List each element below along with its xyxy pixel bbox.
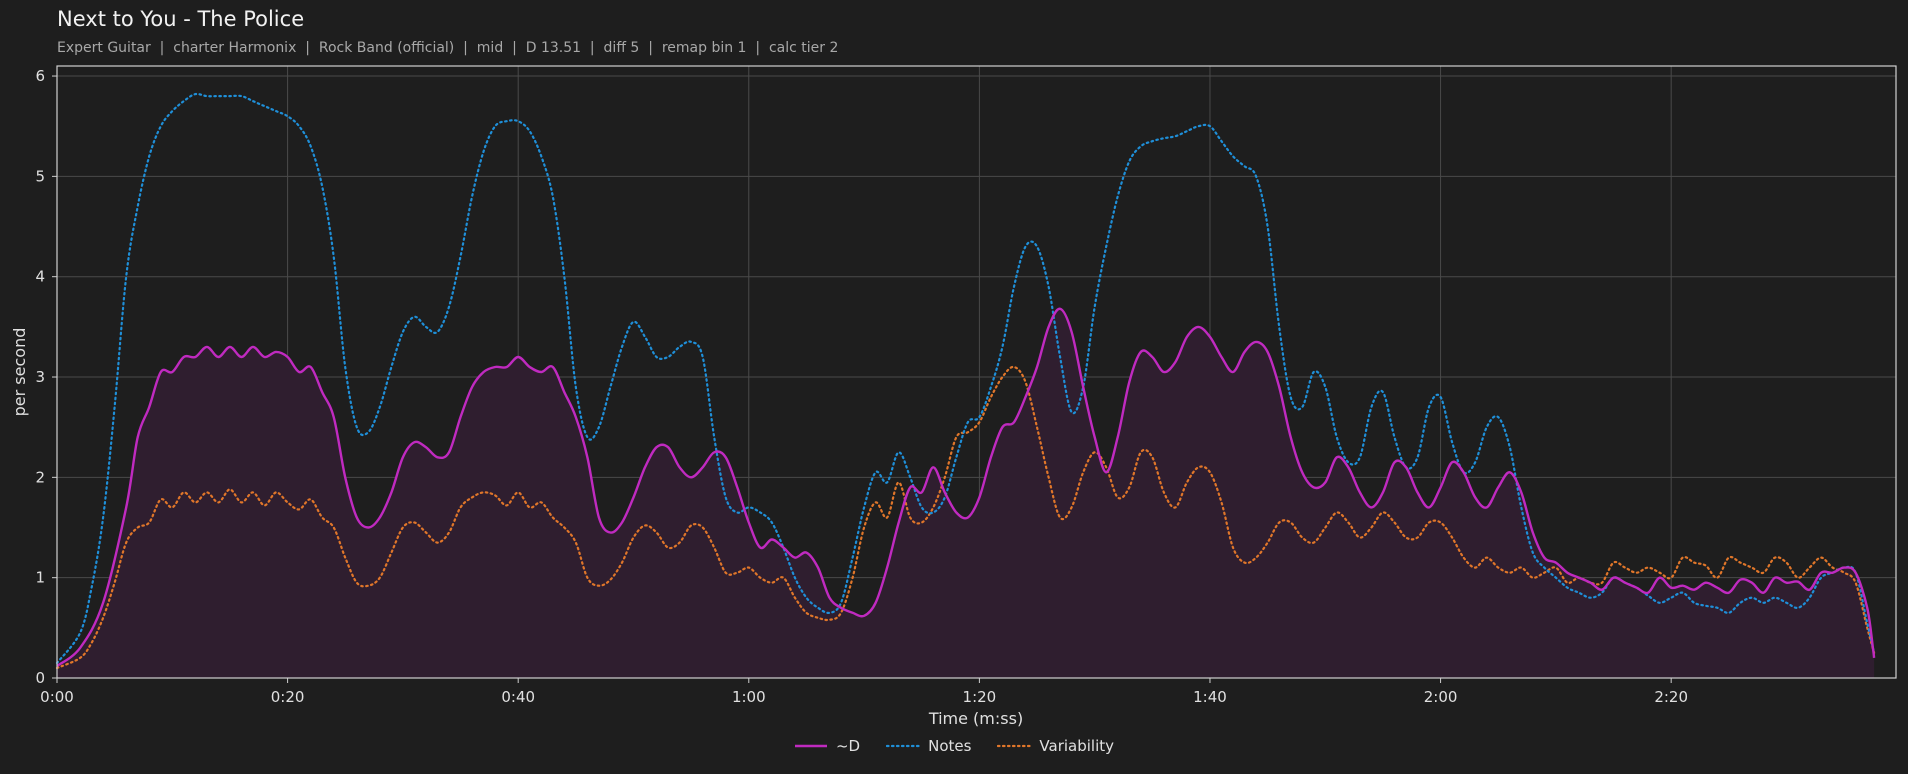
legend-swatch-d [794, 744, 827, 748]
x-tick-label: 0:00 [40, 688, 74, 706]
y-axis-label: per second [10, 328, 29, 417]
legend-label-notes: Notes [928, 737, 972, 755]
y-tick-label: 5 [35, 167, 45, 185]
x-tick-label: 1:20 [963, 688, 997, 706]
x-tick-label: 1:40 [1193, 688, 1227, 706]
y-tick-label: 3 [35, 368, 45, 386]
x-tick-label: 2:20 [1654, 688, 1688, 706]
y-tick-label: 6 [35, 67, 45, 85]
x-tick-label: 2:00 [1424, 688, 1458, 706]
x-tick-label: 0:20 [271, 688, 305, 706]
y-tick-label: 2 [35, 468, 45, 486]
x-tick-label: 0:40 [501, 688, 535, 706]
series-d-area [57, 308, 1875, 678]
x-axis-label: Time (m:ss) [928, 709, 1023, 728]
legend-label-d: ~D [835, 737, 861, 755]
y-tick-label: 1 [35, 569, 45, 587]
x-tick-label: 1:00 [732, 688, 766, 706]
series-layer [55, 92, 1876, 678]
legend-item-d: ~D [794, 737, 860, 755]
legend-swatch-variability [997, 744, 1032, 748]
chart-plot: 0:00 0:20 0:40 1:00 1:20 1:40 2:00 2:200123456 … [10, 65, 1897, 728]
y-tick-label: 0 [35, 669, 45, 687]
legend-swatch-notes [886, 744, 921, 748]
legend: ~D Notes Variability [0, 737, 1908, 755]
y-tick-label: 4 [35, 268, 45, 286]
legend-label-variability: Variability [1039, 737, 1115, 755]
legend-item-variability: Variability [997, 737, 1114, 755]
legend-item-notes: Notes [886, 737, 971, 755]
